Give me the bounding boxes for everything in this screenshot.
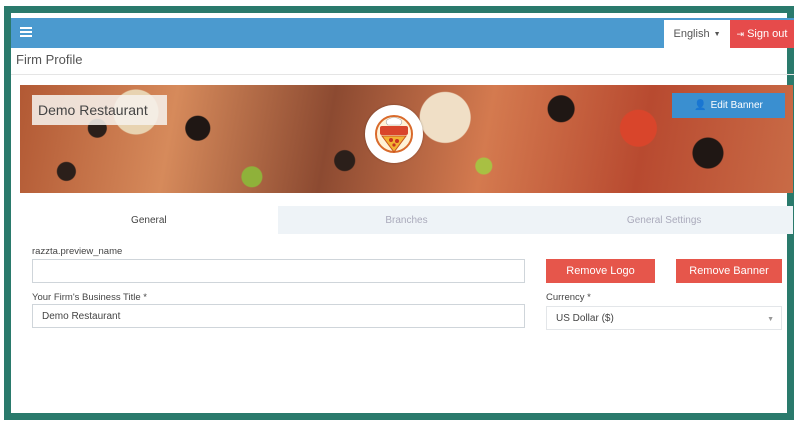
sign-out-button[interactable]: ⇥ Sign out xyxy=(730,20,794,48)
tab-general[interactable]: General xyxy=(20,206,278,234)
chevron-down-icon: ▼ xyxy=(767,316,774,323)
banner-image: Demo Restaurant 👤 Edit Banner xyxy=(20,85,793,193)
firm-logo[interactable] xyxy=(365,105,423,163)
divider xyxy=(11,74,794,75)
menu-icon[interactable] xyxy=(20,27,32,37)
chevron-down-icon: ▼ xyxy=(713,30,721,38)
language-dropdown[interactable]: English ▼ xyxy=(664,20,730,48)
profile-tabs: General Branches General Settings xyxy=(20,206,793,234)
tab-branches[interactable]: Branches xyxy=(278,206,536,234)
remove-banner-button[interactable]: Remove Banner xyxy=(676,259,782,283)
currency-select[interactable]: US Dollar ($) ▼ xyxy=(546,306,782,330)
edit-banner-label: Edit Banner xyxy=(710,100,763,111)
business-title-input[interactable]: Demo Restaurant xyxy=(32,304,525,328)
banner-title: Demo Restaurant xyxy=(32,95,167,125)
user-icon: 👤 xyxy=(694,100,707,111)
remove-logo-button[interactable]: Remove Logo xyxy=(546,259,655,283)
language-label: English xyxy=(673,28,710,40)
sign-out-label: Sign out xyxy=(747,28,788,40)
edit-banner-button[interactable]: 👤 Edit Banner xyxy=(672,93,785,118)
page-title: Firm Profile xyxy=(16,52,83,67)
sign-out-icon: ⇥ xyxy=(736,28,745,39)
screenshot-frame: English ▼ ⇥ Sign out Firm Profile Demo R… xyxy=(0,0,797,424)
pizza-logo-icon xyxy=(375,115,413,153)
tab-general-settings[interactable]: General Settings xyxy=(535,206,793,234)
currency-value: US Dollar ($) xyxy=(556,312,614,324)
top-navbar: English ▼ ⇥ Sign out xyxy=(11,18,794,48)
currency-label: Currency * xyxy=(546,292,591,303)
business-title-label: Your Firm's Business Title * xyxy=(32,292,147,303)
preview-name-label: razzta.preview_name xyxy=(32,246,123,257)
preview-name-input[interactable] xyxy=(32,259,525,283)
